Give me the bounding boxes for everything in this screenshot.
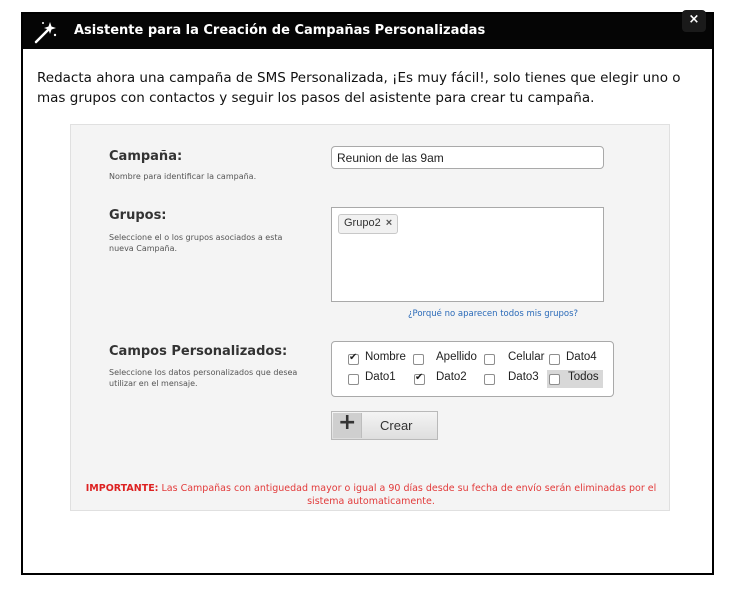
groups-label: Grupos: (109, 208, 167, 223)
checkbox-dato2-label: Dato2 (436, 371, 467, 383)
checkbox-dato3[interactable] (484, 374, 495, 385)
create-campaign-button[interactable]: + Crear (331, 410, 438, 440)
plus-icon-box: + (333, 410, 362, 438)
checkbox-dato4-label: Dato4 (566, 351, 597, 363)
campaign-wizard-dialog: Asistente para la Creación de Campañas P… (21, 10, 714, 575)
plus-icon: + (338, 410, 357, 435)
checkbox-celular-label: Celular (508, 351, 545, 363)
checkbox-dato4[interactable] (549, 354, 560, 365)
checkbox-dato1-label: Dato1 (365, 371, 396, 383)
form-panel: Campaña: Nombre para identificar la camp… (70, 124, 670, 511)
intro-text: Redacta ahora una campaña de SMS Persona… (37, 70, 681, 106)
remove-tag-icon[interactable]: × (386, 217, 392, 229)
checkbox-todos-label: Todos (568, 371, 599, 383)
campaign-name-input[interactable] (331, 146, 604, 169)
close-button[interactable]: × (682, 10, 706, 32)
missing-groups-link[interactable]: ¿Porqué no aparecen todos mis grupos? (408, 309, 578, 319)
groups-multiselect[interactable]: Grupo2 × (331, 207, 604, 302)
checkbox-dato2[interactable] (414, 372, 425, 385)
checkbox-todos[interactable] (549, 374, 560, 385)
dialog-titlebar: Asistente para la Creación de Campañas P… (23, 10, 712, 49)
group-tag-label: Grupo2 (344, 217, 381, 229)
magic-wand-icon (34, 22, 57, 44)
notice-prefix: IMPORTANTE: (85, 483, 159, 494)
retention-notice: IMPORTANTE: Las Campañas con antiguedad … (71, 482, 671, 508)
custom-fields-box: Nombre Apellido Celular Dato4 Dato1 Dato… (331, 341, 614, 397)
checkbox-celular[interactable] (484, 354, 495, 365)
create-button-label: Crear (380, 418, 413, 433)
checkbox-apellido[interactable] (413, 354, 424, 365)
groups-help: Seleccione el o los grupos asociados a e… (109, 233, 283, 253)
campaign-label: Campaña: (109, 149, 183, 164)
checkbox-apellido-label: Apellido (436, 351, 477, 363)
checkbox-dato3-label: Dato3 (508, 371, 539, 383)
dialog-title: Asistente para la Creación de Campañas P… (74, 23, 486, 38)
checkbox-dato1[interactable] (348, 374, 359, 385)
campaign-help: Nombre para identificar la campaña. (109, 172, 257, 181)
checkbox-nombre-label: Nombre (365, 351, 406, 363)
custom-fields-label: Campos Personalizados: (109, 344, 288, 359)
checkbox-nombre[interactable] (348, 352, 359, 365)
group-tag: Grupo2 × (338, 214, 399, 234)
notice-text: Las Campañas con antiguedad mayor o igua… (161, 483, 657, 507)
custom-fields-help: Seleccione los datos personalizados que … (109, 368, 298, 388)
